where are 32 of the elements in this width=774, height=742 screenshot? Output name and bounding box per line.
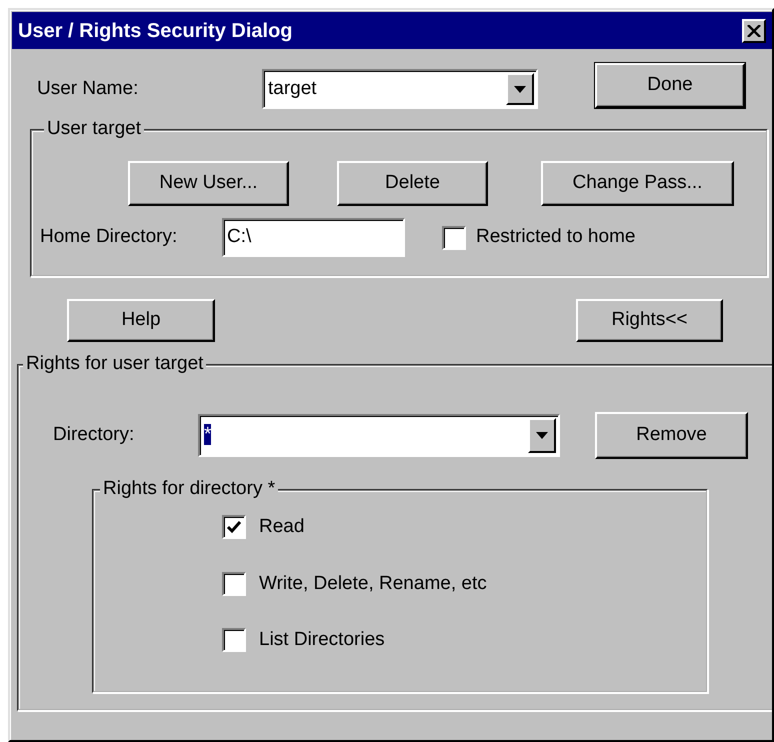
group-title: Rights for user target [23,353,206,375]
caret-icon [514,86,526,92]
remove-button[interactable]: Remove [595,412,748,459]
delete-button[interactable]: Delete [337,161,488,206]
checkbox-label: Restricted to home [476,225,636,250]
checkbox[interactable] [222,628,246,652]
checkbox[interactable] [222,515,246,540]
rights-toggle-button[interactable]: Rights<< [576,299,723,342]
new-user-button[interactable]: New User... [128,161,289,206]
help-button[interactable]: Help [67,299,215,342]
checkbox-label: Read [259,515,304,539]
close-icon [747,24,761,36]
check-icon [226,520,242,534]
field-label: Home Directory: [40,225,178,250]
checkbox-label: List Directories [259,628,385,652]
field-label: User Name: [37,76,140,101]
group-title: User target [44,118,144,140]
field-label: Directory: [53,423,136,448]
directory-dropdown[interactable]: * [198,414,560,457]
checkbox-label: Write, Delete, Rename, etc [259,572,487,596]
change-password-button[interactable]: Change Pass... [541,161,734,206]
dropdown-arrow-button[interactable] [528,418,556,453]
done-button[interactable]: Done [595,62,745,108]
close-button[interactable] [742,18,766,42]
group-title: Rights for directory * [100,478,278,500]
dropdown-arrow-button[interactable] [506,73,534,105]
home-directory-field[interactable]: C:\ [222,218,405,257]
checkbox[interactable] [222,572,246,596]
checkbox[interactable] [442,226,466,250]
caret-icon [536,432,548,439]
user-name-dropdown[interactable]: target [262,69,538,109]
window-title: User / Rights Security Dialog [18,18,294,44]
